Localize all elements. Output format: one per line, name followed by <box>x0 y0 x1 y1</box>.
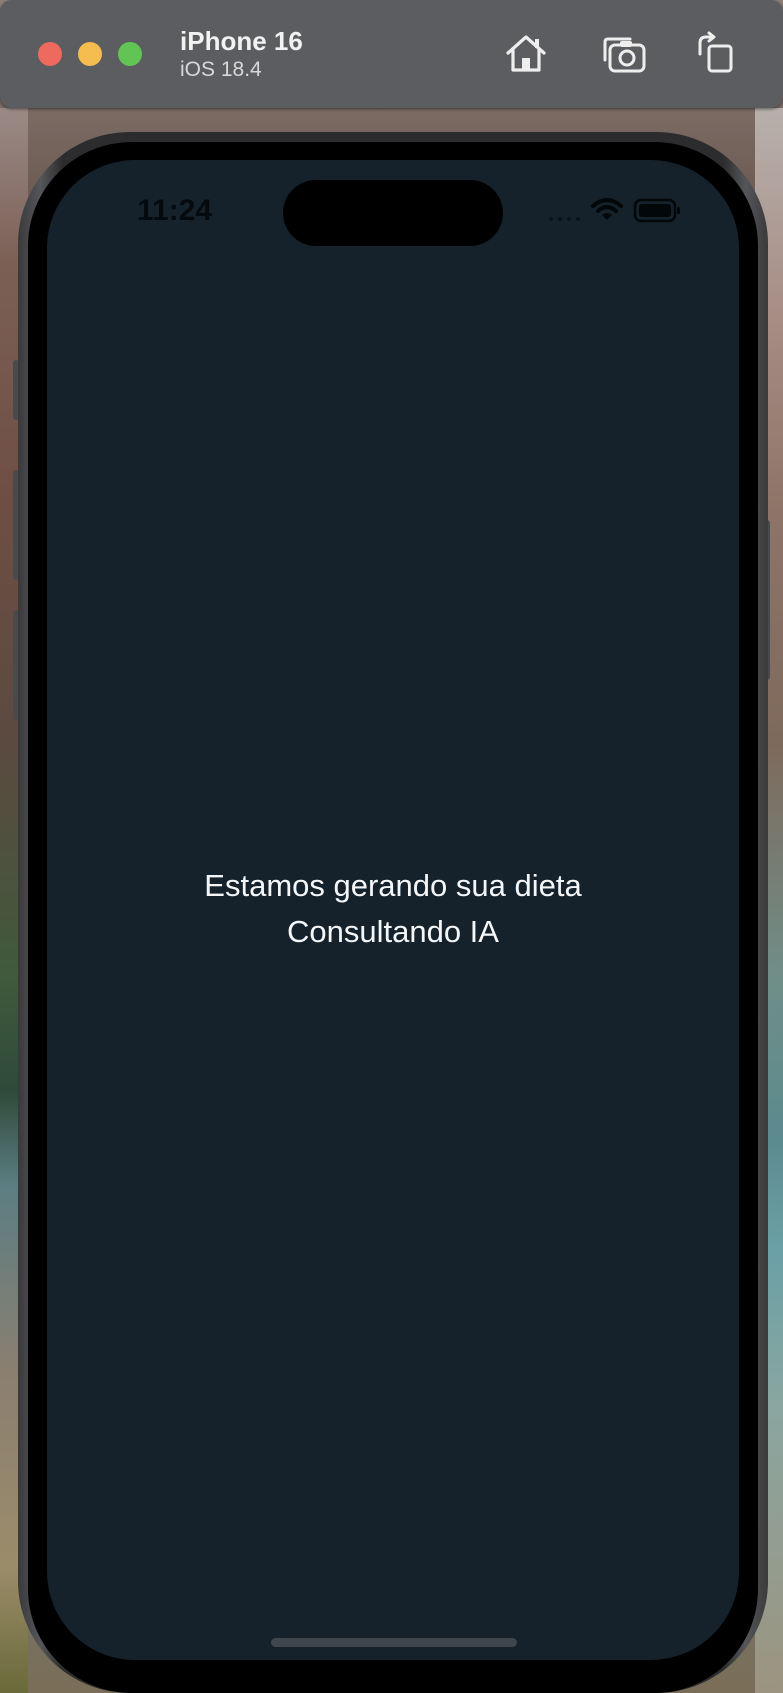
minimize-window-button[interactable] <box>78 42 102 66</box>
loading-status: Consultando IA <box>287 914 499 949</box>
dynamic-island <box>283 180 503 246</box>
screenshot-button[interactable] <box>600 30 648 78</box>
phone-screen[interactable]: 11:24 Estamos gerando sua dieta Consulta… <box>47 160 739 1660</box>
wifi-icon <box>591 198 623 220</box>
home-icon <box>506 35 546 72</box>
zoom-window-button[interactable] <box>118 42 142 66</box>
loading-message: Estamos gerando sua dieta <box>204 868 582 903</box>
rotate-button[interactable] <box>692 30 740 78</box>
screenshot-icon <box>603 37 646 73</box>
battery-icon <box>633 198 680 223</box>
status-icons <box>543 196 683 226</box>
device-name: iPhone 16 <box>180 26 303 56</box>
close-window-button[interactable] <box>38 42 62 66</box>
home-indicator[interactable] <box>271 1638 517 1647</box>
rotate-icon <box>698 31 733 73</box>
status-time: 11:24 <box>137 194 213 227</box>
home-button[interactable] <box>502 30 550 78</box>
os-version: iOS 18.4 <box>180 58 262 81</box>
simulator-titlebar: iPhone 16 iOS 18.4 <box>0 0 783 108</box>
cellular-icon <box>549 217 580 221</box>
